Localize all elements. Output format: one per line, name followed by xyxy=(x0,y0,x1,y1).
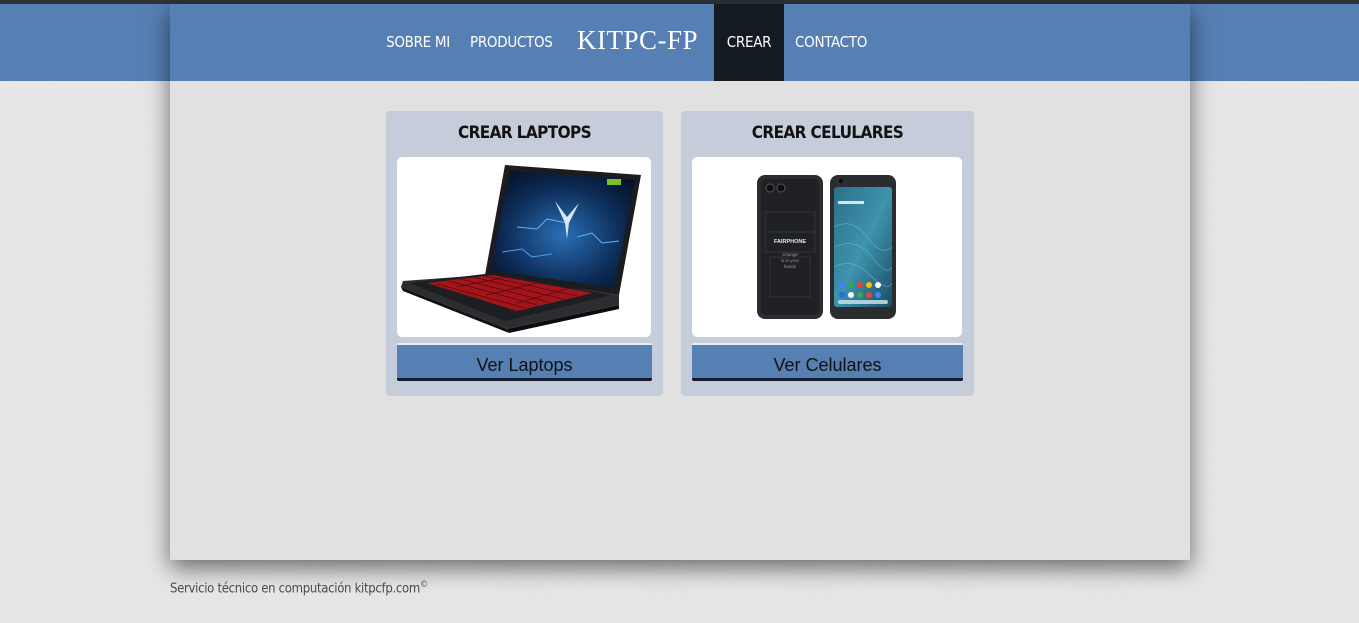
card-laptops: CREAR LAPTOPS Ver Laptops xyxy=(386,111,663,396)
svg-text:hands: hands xyxy=(784,264,797,269)
nav-contacto[interactable]: CONTACTO xyxy=(795,4,867,81)
phone-brand-text: FAIRPHONE xyxy=(774,239,806,245)
svg-text:Change: Change xyxy=(782,252,798,257)
nav-sobre-mi[interactable]: SOBRE MI xyxy=(382,4,454,81)
card-celulares: CREAR CELULARES FAIRPHONE Change is in y… xyxy=(681,111,974,396)
phone-image: FAIRPHONE Change is in your hands xyxy=(692,157,962,337)
main-nav: SOBRE MI PRODUCTOS KITPC-FP CREAR CONTAC… xyxy=(170,4,1190,81)
copyright-symbol: © xyxy=(419,580,428,590)
svg-text:is in your: is in your xyxy=(781,258,800,263)
ver-laptops-button[interactable]: Ver Laptops xyxy=(397,343,652,381)
brand-logo[interactable]: KITPC-FP xyxy=(570,4,705,81)
laptop-image xyxy=(397,157,651,337)
card-laptops-title: CREAR LAPTOPS xyxy=(457,123,592,143)
nav-crear[interactable]: CREAR xyxy=(714,4,784,81)
page-container: SOBRE MI PRODUCTOS KITPC-FP CREAR CONTAC… xyxy=(170,4,1190,560)
footer-text: Servicio técnico en computación kitpcfp.… xyxy=(170,581,420,597)
ver-celulares-button[interactable]: Ver Celulares xyxy=(692,343,963,381)
nav-productos[interactable]: PRODUCTOS xyxy=(470,4,553,81)
card-celulares-title: CREAR CELULARES xyxy=(751,123,904,143)
footer: Servicio técnico en computación kitpcfp.… xyxy=(170,580,428,596)
